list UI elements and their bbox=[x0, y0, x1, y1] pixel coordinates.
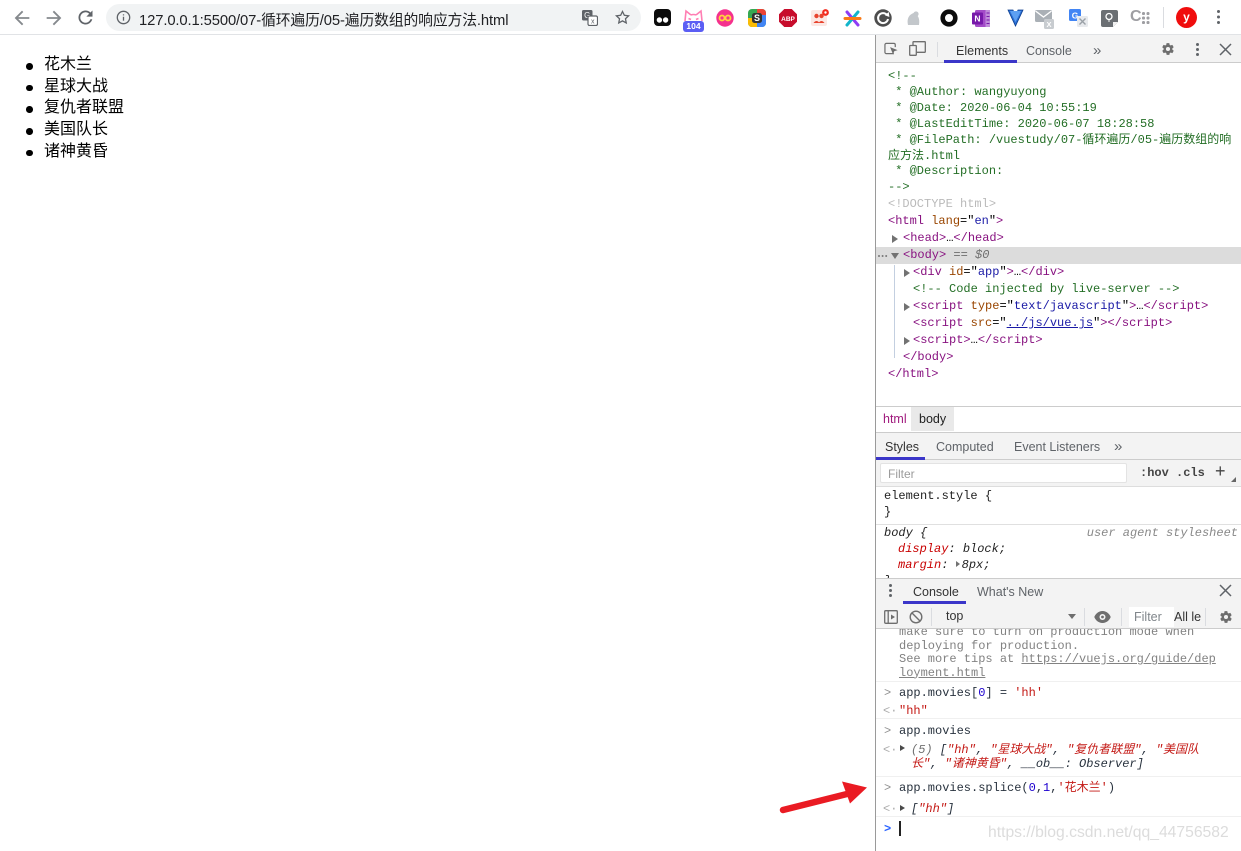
svg-text:S: S bbox=[754, 13, 760, 23]
svg-text:X: X bbox=[1046, 20, 1051, 29]
svg-text:N: N bbox=[974, 13, 980, 23]
svg-text:ABP: ABP bbox=[781, 16, 795, 23]
svg-text:x: x bbox=[591, 18, 595, 25]
